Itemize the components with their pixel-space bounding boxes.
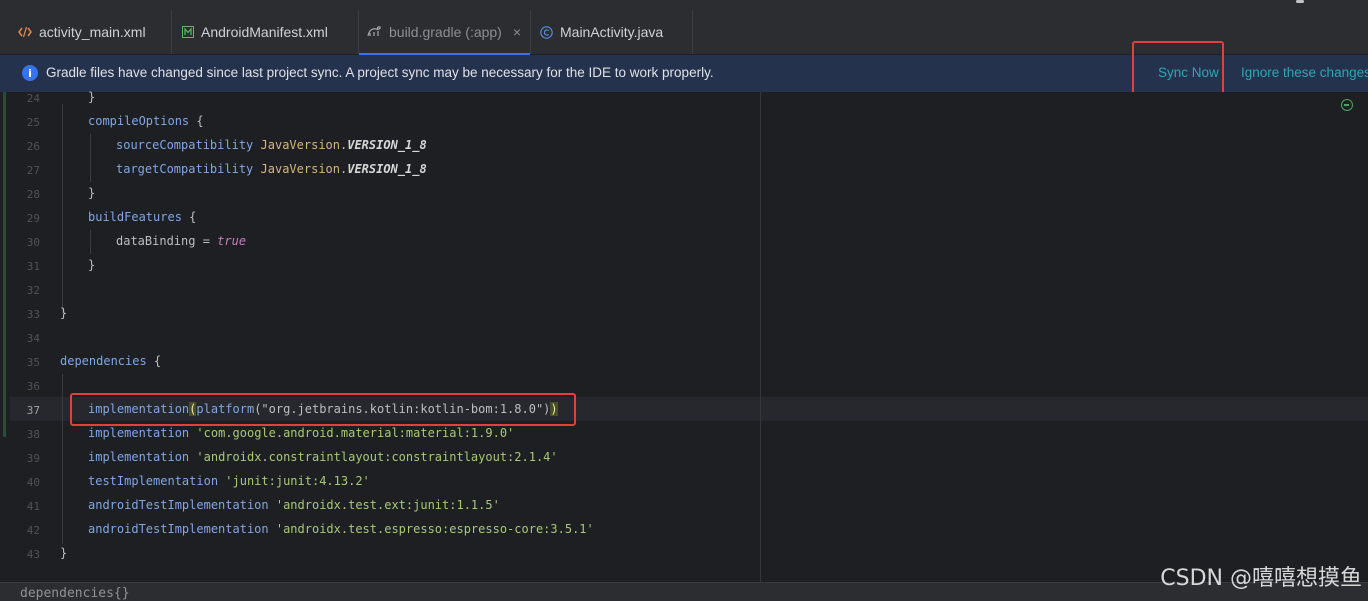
line-number: 24 (26, 92, 40, 105)
line-number: 36 (26, 380, 40, 393)
code-token: true (217, 234, 247, 248)
code-token: 'com.google.android.material:material:1.… (196, 426, 515, 440)
code-line-39: implementation 'androidx.constraintlayou… (88, 450, 558, 464)
watermark: CSDN @嘻嘻想摸鱼 (1160, 566, 1362, 591)
code-token: 'androidx.test.espresso:espresso-core:3.… (275, 522, 594, 536)
code-token: buildFeatures (88, 210, 182, 224)
line-number: 28 (26, 188, 40, 201)
line-number: 30 (26, 236, 40, 249)
code-token: 'junit:junit:4.13.2' (225, 474, 370, 488)
tab-androidmanifest-xml[interactable]: AndroidManifest.xml (172, 10, 359, 54)
line-number: 34 (26, 332, 40, 345)
code-line-25: compileOptions { (88, 114, 204, 128)
code-token: dataBinding (116, 234, 196, 248)
code-line-31: } (88, 258, 95, 272)
line-number-gutter[interactable]: 24 25 26 27 28 29 30 31 32 33 34 35 36 3… (10, 92, 56, 582)
code-token: androidTestImplementation (88, 498, 269, 512)
code-token: JavaVersion (260, 138, 340, 152)
vcs-change-marker (3, 92, 6, 437)
code-token: implementation (88, 450, 190, 464)
line-number: 26 (26, 140, 40, 153)
code-token: 'androidx.constraintlayout:constraintlay… (196, 450, 558, 464)
code-token: VERSION_1_8 (347, 138, 427, 152)
ignore-changes-link[interactable]: Ignore these changes (1241, 65, 1368, 80)
gradle-file-icon (367, 26, 382, 38)
indent-guide (62, 374, 63, 544)
code-line-30: dataBinding = true (116, 234, 246, 248)
line-number: 35 (26, 356, 40, 369)
tab-label: build.gradle (:app) (389, 24, 502, 40)
code-token: androidTestImplementation (88, 522, 269, 536)
code-line-24: } (88, 90, 95, 104)
code-token: 'androidx.test.ext:junit:1.1.5' (275, 498, 500, 512)
code-line-41: androidTestImplementation 'androidx.test… (88, 498, 500, 512)
line-number: 29 (26, 212, 40, 225)
breadcrumb[interactable]: dependencies{} (20, 586, 130, 601)
xml-file-icon (18, 26, 32, 38)
code-token: implementation (88, 426, 190, 440)
line-number: 33 (26, 308, 40, 321)
code-token: } (60, 546, 68, 560)
line-number: 43 (26, 548, 40, 561)
right-margin-guide (760, 92, 761, 582)
code-token: dependencies (60, 354, 147, 368)
info-icon: i (22, 65, 38, 81)
line-number: 27 (26, 164, 40, 177)
line-number: 40 (26, 476, 40, 489)
code-token: { (146, 354, 162, 368)
code-token: compileOptions (88, 114, 190, 128)
window-top-strip (0, 0, 1368, 10)
code-token: { (181, 210, 197, 224)
tab-label: MainActivity.java (560, 24, 664, 40)
code-line-26: sourceCompatibility JavaVersion.VERSION_… (116, 138, 427, 152)
line-number: 31 (26, 260, 40, 273)
inspection-ok-icon[interactable] (1341, 99, 1353, 111)
code-token: } (88, 186, 96, 200)
line-number: 38 (26, 428, 40, 441)
code-token: = (195, 234, 218, 248)
code-line-29: buildFeatures { (88, 210, 196, 224)
code-line-35: dependencies { (60, 354, 161, 368)
manifest-file-icon (182, 26, 194, 38)
close-icon[interactable]: × (513, 24, 521, 40)
tab-activity-main-xml[interactable]: activity_main.xml (0, 10, 172, 54)
tab-build-gradle[interactable]: build.gradle (:app) × (359, 10, 531, 55)
notification-message: Gradle files have changed since last pro… (46, 65, 714, 80)
highlight-box-sync (1132, 41, 1224, 96)
code-token: { (189, 114, 204, 128)
code-line-33: } (60, 306, 67, 320)
code-line-42: androidTestImplementation 'androidx.test… (88, 522, 594, 536)
indent-guide (90, 134, 91, 182)
line-number: 39 (26, 452, 40, 465)
line-number: 41 (26, 500, 40, 513)
code-token: } (60, 306, 68, 320)
line-number-current: 37 (26, 404, 40, 417)
code-token: testImplementation (88, 474, 219, 488)
line-number: 25 (26, 116, 40, 129)
code-line-28: } (88, 186, 95, 200)
code-line-43: } (60, 546, 67, 560)
code-token: VERSION_1_8 (347, 162, 427, 176)
java-class-icon (540, 25, 553, 39)
code-line-38: implementation 'com.google.android.mater… (88, 426, 514, 440)
line-number: 42 (26, 524, 40, 537)
tab-label: AndroidManifest.xml (201, 24, 328, 40)
line-number: 32 (26, 284, 40, 297)
code-line-27: targetCompatibility JavaVersion.VERSION_… (116, 162, 427, 176)
tab-label: activity_main.xml (39, 24, 146, 40)
indent-guide (90, 230, 91, 254)
indent-guide (62, 104, 63, 314)
window-control[interactable] (1296, 0, 1304, 3)
code-line-40: testImplementation 'junit:junit:4.13.2' (88, 474, 370, 488)
code-token: JavaVersion (260, 162, 340, 176)
code-token: targetCompatibility (116, 162, 254, 176)
code-token: sourceCompatibility (116, 138, 254, 152)
code-token: } (88, 90, 96, 104)
code-token: } (88, 258, 96, 272)
tab-mainactivity-java[interactable]: MainActivity.java (531, 10, 693, 54)
highlight-box-implementation (70, 393, 576, 426)
